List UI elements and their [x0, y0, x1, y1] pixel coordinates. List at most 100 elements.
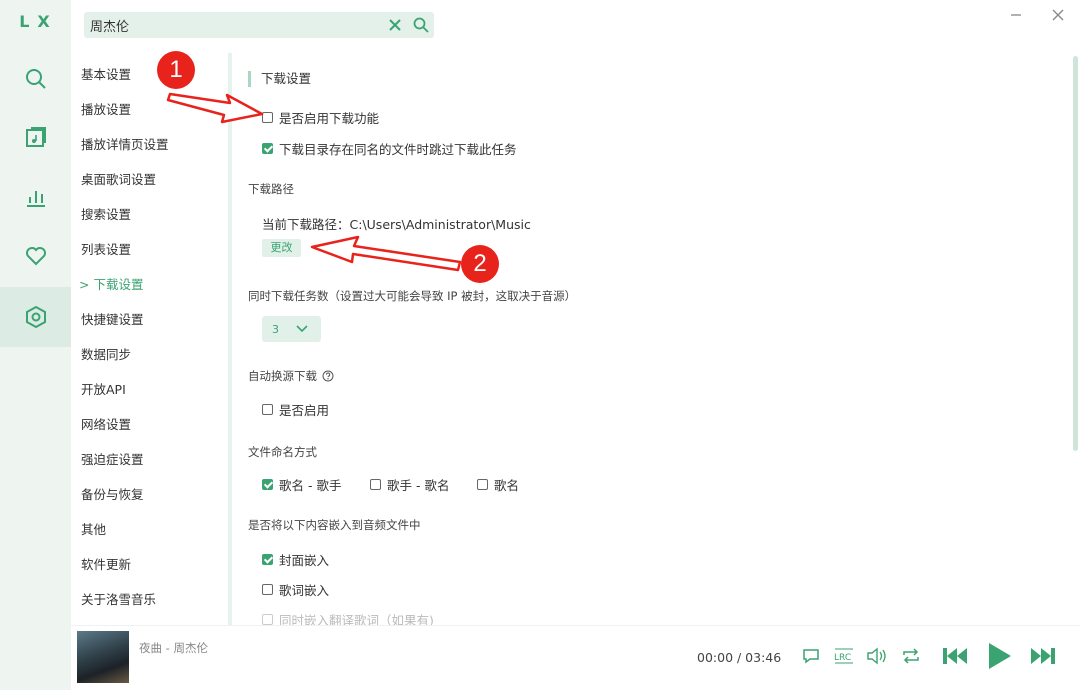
auto-switch-heading-label: 自动换源下载 [248, 369, 317, 383]
menu-item-download[interactable]: > 下载设置 [79, 274, 143, 293]
checkbox-box [370, 479, 381, 490]
comment-button[interactable] [799, 642, 823, 670]
checkbox-box [477, 479, 488, 490]
repeat-icon [903, 648, 919, 664]
lrc-icon: LRC [834, 648, 853, 664]
player-bar: 夜曲 - 周杰伦 00:00 / 03:46 LRC [71, 625, 1080, 691]
concurrent-tasks-select[interactable]: 3 [262, 316, 321, 342]
menu-item-sync[interactable]: 数据同步 [81, 344, 131, 363]
next-track-button[interactable] [1027, 642, 1059, 670]
current-path-text: 当前下载路径：C:\Users\Administrator\Music [262, 217, 531, 232]
search-bar [84, 12, 434, 38]
close-icon [389, 19, 401, 31]
search-icon [413, 17, 429, 33]
settings-nav-button[interactable] [0, 287, 71, 347]
checkbox-box [262, 404, 273, 415]
concurrent-tasks-heading: 同时下载任务数（设置过大可能会导致 IP 被封，这取决于音源） [248, 289, 577, 303]
menu-item-playback[interactable]: 播放设置 [81, 99, 131, 118]
auto-switch-heading: 自动换源下载 [248, 368, 334, 384]
menu-item-hotkey[interactable]: 快捷键设置 [81, 309, 144, 328]
checkbox-label: 是否启用 [279, 403, 330, 418]
minimize-icon [1011, 14, 1021, 16]
naming-option-song-singer[interactable]: 歌名 - 歌手 [262, 475, 341, 494]
close-icon [1052, 9, 1064, 21]
annotation-badge-2: 2 [461, 245, 499, 283]
play-icon [989, 643, 1011, 669]
menu-item-desktop-lyric[interactable]: 桌面歌词设置 [81, 169, 156, 188]
change-path-button[interactable]: 更改 [262, 239, 301, 257]
menu-item-open-api[interactable]: 开放API [81, 379, 126, 398]
search-input[interactable] [84, 12, 382, 38]
menu-item-basic[interactable]: 基本设置 [81, 64, 131, 83]
song-list-icon [25, 127, 46, 147]
settings-icon [25, 305, 46, 329]
checkbox-box [262, 143, 273, 154]
menu-item-other[interactable]: 其他 [81, 519, 106, 538]
clear-search-button[interactable] [382, 12, 408, 38]
naming-option-singer-song[interactable]: 歌手 - 歌名 [370, 475, 449, 494]
checkbox-label: 歌词嵌入 [279, 583, 330, 598]
checkbox-box [262, 112, 273, 123]
checkbox-label: 封面嵌入 [279, 553, 330, 568]
checkbox-label: 歌名 [494, 478, 520, 493]
checkbox-box [262, 479, 273, 490]
song-list-nav-button[interactable] [0, 109, 71, 167]
settings-menu: 基本设置 播放设置 播放详情页设置 桌面歌词设置 搜索设置 列表设置 > 下载设… [71, 53, 228, 625]
volume-button[interactable] [865, 642, 889, 670]
section-title: 下载设置 [248, 71, 311, 87]
play-button[interactable] [983, 642, 1015, 670]
app-logo: LX [19, 12, 58, 31]
now-playing-title: 夜曲 - 周杰伦 [139, 641, 208, 655]
help-icon[interactable] [322, 370, 334, 382]
download-path-heading: 下载路径 [248, 182, 294, 196]
volume-icon [867, 647, 886, 665]
leaderboard-icon [26, 191, 45, 207]
menu-item-network[interactable]: 网络设置 [81, 414, 131, 433]
naming-heading: 文件命名方式 [248, 445, 317, 459]
checkbox-box [262, 614, 273, 625]
search-icon [25, 69, 46, 89]
heart-icon [25, 247, 46, 266]
checkbox-box [262, 584, 273, 595]
skip-forward-icon [1031, 648, 1055, 664]
annotation-badge-1: 1 [157, 51, 195, 89]
naming-option-song[interactable]: 歌名 [477, 475, 519, 494]
embed-translated-checkbox: 同时嵌入翻译歌词（如果有) [262, 610, 434, 625]
menu-item-play-detail[interactable]: 播放详情页设置 [81, 134, 169, 153]
checkbox-box [262, 554, 273, 565]
enable-download-checkbox[interactable]: 是否启用下载功能 [262, 108, 379, 127]
loop-mode-button[interactable] [899, 642, 923, 670]
auto-switch-checkbox[interactable]: 是否启用 [262, 400, 329, 419]
checkbox-label: 是否启用下载功能 [279, 111, 380, 126]
lyric-button[interactable]: LRC [831, 642, 857, 670]
select-value: 3 [272, 322, 279, 336]
skip-back-icon [943, 648, 967, 664]
leaderboard-nav-button[interactable] [0, 168, 71, 226]
svg-text:LRC: LRC [834, 653, 851, 663]
favorites-nav-button[interactable] [0, 227, 71, 285]
checkbox-label: 歌手 - 歌名 [387, 478, 450, 493]
skip-existing-checkbox[interactable]: 下载目录存在同名的文件时跳过下载此任务 [262, 139, 517, 158]
previous-track-button[interactable] [939, 642, 971, 670]
menu-item-backup[interactable]: 备份与恢复 [81, 484, 144, 503]
play-time: 00:00 / 03:46 [697, 650, 782, 665]
menu-item-update[interactable]: 软件更新 [81, 554, 131, 573]
chevron-down-icon [296, 325, 308, 333]
close-window-button[interactable] [1047, 4, 1069, 26]
minimize-button[interactable] [1005, 4, 1027, 26]
embed-lyrics-checkbox[interactable]: 歌词嵌入 [262, 580, 329, 599]
content-scrollbar[interactable] [1073, 56, 1078, 451]
album-cover[interactable] [77, 631, 129, 683]
menu-item-ocd[interactable]: 强迫症设置 [81, 449, 144, 468]
embed-heading: 是否将以下内容嵌入到音频文件中 [248, 518, 421, 532]
menu-item-about[interactable]: 关于洛雪音乐 [81, 589, 156, 608]
settings-content: 下载设置 是否启用下载功能 下载目录存在同名的文件时跳过下载此任务 下载路径 当… [232, 53, 1072, 625]
search-nav-button[interactable] [0, 50, 71, 108]
menu-item-list[interactable]: 列表设置 [81, 239, 131, 258]
checkbox-label: 下载目录存在同名的文件时跳过下载此任务 [279, 142, 517, 157]
search-submit-button[interactable] [408, 12, 434, 38]
menu-item-search[interactable]: 搜索设置 [81, 204, 131, 223]
checkbox-label: 同时嵌入翻译歌词（如果有) [279, 613, 434, 625]
active-marker: > [79, 277, 90, 292]
embed-cover-checkbox[interactable]: 封面嵌入 [262, 550, 329, 569]
